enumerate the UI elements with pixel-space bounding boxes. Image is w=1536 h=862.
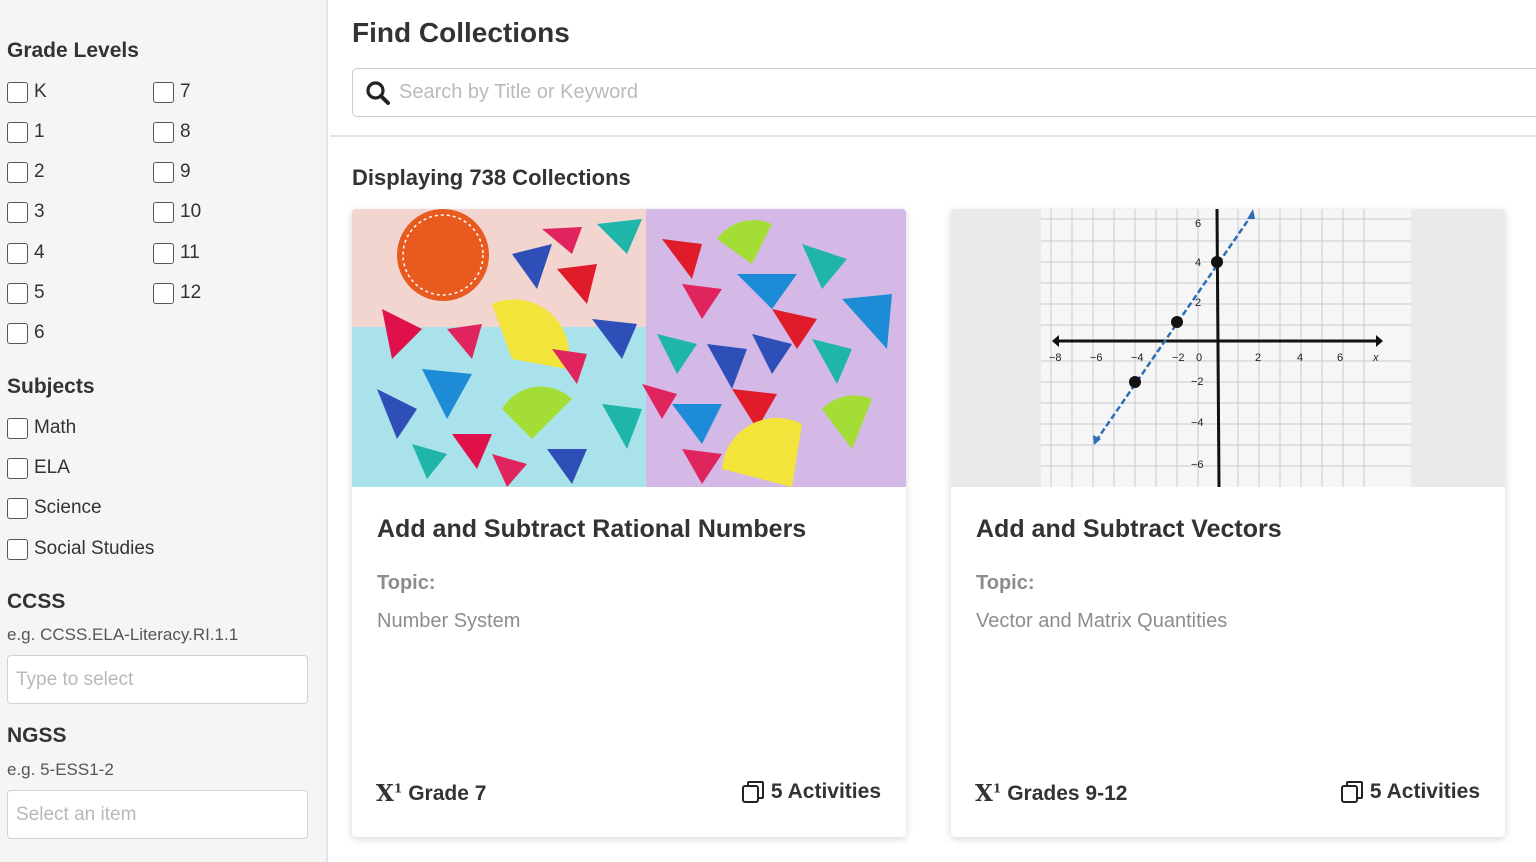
ccss-heading: CCSS [7, 590, 66, 613]
grade-checkbox-11[interactable]: 11 [153, 241, 200, 265]
x-tick-label: −2 [1172, 352, 1185, 364]
x-tick-label: −6 [1090, 352, 1103, 364]
x-tick-label: 6 [1337, 352, 1343, 364]
vector-graph-image: −8 −6 −4 −2 0 2 4 6 x 6 4 2 −2 −4 −6 [951, 209, 1505, 487]
x-tick-label: 0 [1196, 352, 1202, 364]
checkbox[interactable] [7, 161, 28, 183]
grade-level-icon: X1 [376, 780, 403, 807]
activities-info: 5 Activities [1340, 780, 1480, 804]
checkbox[interactable] [153, 81, 174, 103]
grade-checkbox-6[interactable]: 6 [7, 321, 45, 345]
y-tick-label: 6 [1195, 218, 1201, 230]
collection-card[interactable]: −8 −6 −4 −2 0 2 4 6 x 6 4 2 −2 −4 −6 Add… [951, 209, 1505, 837]
grade-checkbox-k[interactable]: K [7, 80, 47, 104]
checkbox[interactable] [7, 538, 28, 560]
checkbox[interactable] [7, 81, 28, 103]
subject-checkbox-math[interactable]: Math [7, 416, 76, 440]
grade-checkbox-9[interactable]: 9 [153, 160, 191, 184]
checkbox[interactable] [153, 282, 174, 304]
x-tick-label: −4 [1131, 352, 1144, 364]
x-tick-label: −8 [1049, 352, 1062, 364]
checkbox[interactable] [7, 282, 28, 304]
header-divider [330, 135, 1536, 137]
checkbox[interactable] [7, 497, 28, 519]
activities-info: 5 Activities [741, 780, 881, 804]
checkbox[interactable] [153, 121, 174, 143]
checkbox[interactable] [153, 161, 174, 183]
subject-checkbox-ela[interactable]: ELA [7, 456, 70, 480]
topic-value: Vector and Matrix Quantities [976, 610, 1228, 632]
filter-sidebar: Grade Levels K 1 2 3 4 5 6 7 8 9 10 11 1… [0, 0, 328, 862]
grade-levels-heading: Grade Levels [7, 39, 139, 62]
grade-checkbox-8[interactable]: 8 [153, 120, 191, 144]
checkbox[interactable] [153, 242, 174, 264]
topic-label: Topic: [377, 572, 436, 594]
fraction-pieces-image [352, 209, 906, 487]
grade-level-icon: X1 [975, 780, 1002, 807]
grade-checkbox-7[interactable]: 7 [153, 80, 191, 104]
ngss-heading: NGSS [7, 724, 67, 747]
checkbox[interactable] [7, 417, 28, 439]
grade-checkbox-1[interactable]: 1 [7, 120, 45, 144]
topic-value: Number System [377, 610, 521, 632]
subjects-heading: Subjects [7, 375, 95, 398]
grade-info: X1 Grades 9-12 [975, 780, 1127, 807]
copy-icon [1340, 781, 1363, 803]
checkbox[interactable] [7, 121, 28, 143]
collection-card[interactable]: Add and Subtract Rational Numbers Topic:… [352, 209, 906, 837]
subject-checkbox-social-studies[interactable]: Social Studies [7, 537, 154, 561]
grade-checkbox-12[interactable]: 12 [153, 281, 201, 305]
grade-text: Grades 9-12 [1007, 781, 1128, 805]
checkbox[interactable] [7, 242, 28, 264]
grade-checkbox-4[interactable]: 4 [7, 241, 45, 265]
ccss-hint: e.g. CCSS.ELA-Literacy.RI.1.1 [7, 625, 239, 644]
y-tick-label: −6 [1191, 459, 1204, 471]
ngss-input[interactable] [7, 790, 308, 839]
results-count: Displaying 738 Collections [352, 165, 631, 190]
search-bar[interactable] [352, 68, 1536, 117]
page-title: Find Collections [352, 17, 570, 48]
grade-info: X1 Grade 7 [376, 780, 486, 807]
x-axis-label: x [1372, 352, 1379, 364]
x-tick-label: 4 [1297, 352, 1303, 364]
grade-text: Grade 7 [408, 781, 487, 805]
grade-checkbox-10[interactable]: 10 [153, 200, 201, 224]
activities-text: 5 Activities [770, 780, 881, 803]
checkbox[interactable] [7, 322, 28, 344]
checkbox[interactable] [153, 201, 174, 223]
y-tick-label: 2 [1195, 297, 1201, 309]
activities-text: 5 Activities [1369, 780, 1480, 803]
y-tick-label: −2 [1191, 376, 1204, 388]
ngss-hint: e.g. 5-ESS1-2 [7, 760, 114, 779]
card-title: Add and Subtract Rational Numbers [377, 515, 807, 543]
subject-checkbox-science[interactable]: Science [7, 496, 102, 520]
y-tick-label: −4 [1191, 417, 1204, 429]
search-input[interactable] [399, 81, 1499, 104]
grade-checkbox-3[interactable]: 3 [7, 200, 45, 224]
ccss-input[interactable] [7, 655, 308, 704]
search-icon [366, 80, 390, 105]
checkbox[interactable] [7, 457, 28, 479]
main-content: Find Collections Displaying 738 Collecti… [330, 0, 1536, 862]
grade-checkbox-2[interactable]: 2 [7, 160, 45, 184]
topic-label: Topic: [976, 572, 1035, 594]
x-tick-label: 2 [1255, 352, 1261, 364]
y-tick-label: 4 [1195, 257, 1201, 269]
copy-icon [741, 781, 764, 803]
grade-checkbox-5[interactable]: 5 [7, 281, 45, 305]
card-title: Add and Subtract Vectors [976, 515, 1282, 543]
checkbox[interactable] [7, 201, 28, 223]
